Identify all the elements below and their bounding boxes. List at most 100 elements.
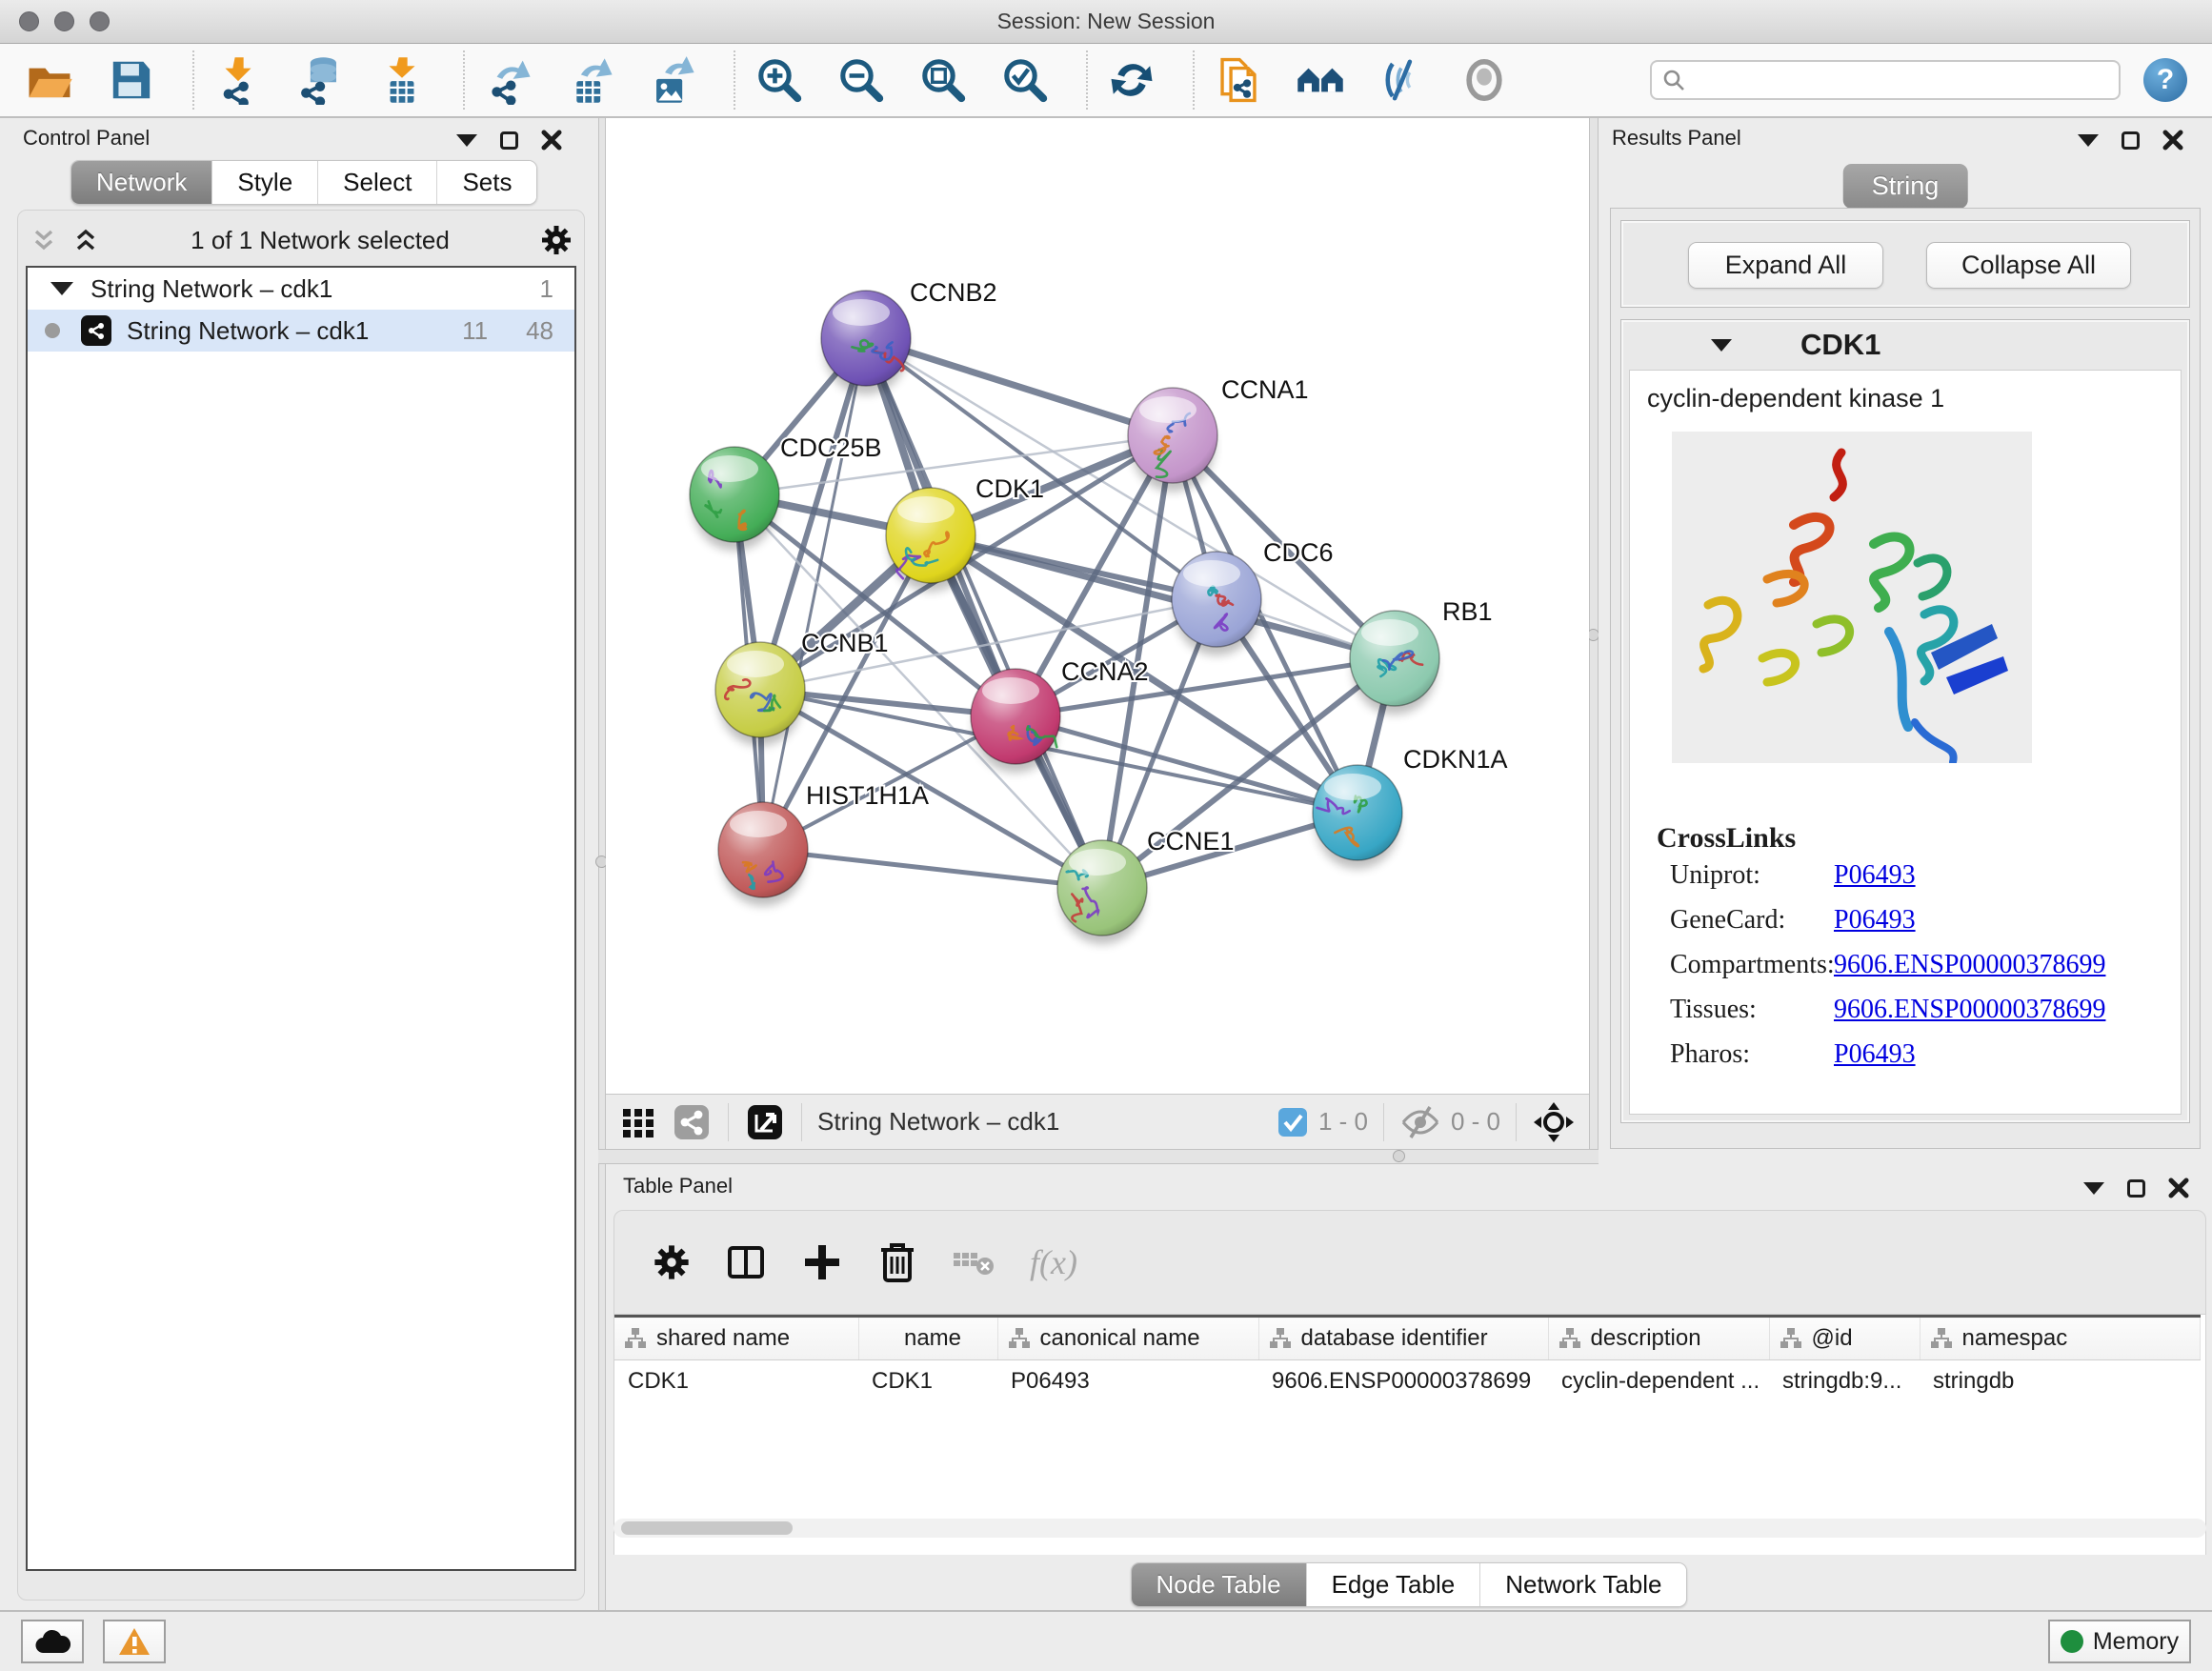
entry-collapse-icon[interactable] [1711,339,1732,352]
close-panel-icon[interactable] [2162,130,2183,151]
show-columns-icon[interactable] [725,1241,767,1283]
cell-database-identifier[interactable]: 9606.ENSP00000378699 [1258,1360,1548,1402]
refresh-layout-icon[interactable] [1107,55,1156,105]
node-label-HIST1H1A: HIST1H1A [806,781,929,810]
memory-button[interactable]: Memory [2048,1620,2191,1663]
node-CDK1: CDK1 [886,474,1044,592]
float-panel-icon[interactable] [2122,131,2140,150]
crosslink-genecard-link[interactable]: P06493 [1834,905,1916,935]
table-settings-gear-icon[interactable] [653,1243,691,1281]
collapse-all-button[interactable]: Collapse All [1926,242,2131,289]
control-panel: Control Panel Network Style Select Sets … [8,118,598,1610]
panel-menu-icon[interactable] [456,134,477,147]
node-CCNB2: CCNB2 [821,278,997,394]
import-database-icon[interactable] [295,55,345,105]
help-icon[interactable]: ? [2143,58,2187,102]
cloud-button[interactable] [21,1620,84,1663]
right-splitter[interactable] [1589,118,1599,1164]
tab-string[interactable]: String [1843,164,1968,209]
collapse-all-icon[interactable] [30,226,58,254]
grid-view-icon[interactable] [619,1103,657,1141]
scrollbar-thumb[interactable] [621,1521,793,1535]
tab-style[interactable]: Style [212,161,318,204]
birds-eye-view-icon[interactable] [1459,55,1509,105]
expand-all-icon[interactable] [71,226,100,254]
zoom-out-icon[interactable] [836,55,886,105]
export-network-icon[interactable] [484,55,533,105]
edge-CCNB2-HIST1H1A [763,338,866,850]
float-panel-icon[interactable] [2127,1179,2145,1198]
search-box [1650,60,2121,100]
panel-menu-icon[interactable] [2083,1182,2104,1195]
zoom-fit-icon[interactable] [918,55,968,105]
bottom-splitter-knob[interactable] [1393,1150,1405,1162]
delete-column-icon[interactable] [877,1240,917,1284]
close-panel-icon[interactable] [2168,1178,2189,1198]
open-session-icon[interactable] [25,55,74,105]
collection-label: String Network – cdk1 [90,274,540,304]
cell-at-id[interactable]: stringdb:9... [1769,1360,1920,1402]
import-network-icon[interactable] [213,55,263,105]
network-tree: String Network – cdk1 1 String Network –… [26,266,576,1571]
zoom-selected-icon[interactable] [1000,55,1050,105]
col-canonical-name[interactable]: canonical name [997,1317,1258,1360]
cell-shared-name[interactable]: CDK1 [614,1360,858,1402]
export-table-icon[interactable] [566,55,615,105]
crosslink-uniprot-link[interactable]: P06493 [1834,860,1916,890]
tab-network[interactable]: Network [71,161,212,204]
tab-sets[interactable]: Sets [437,161,536,204]
network-row[interactable]: String Network – cdk1 11 48 [28,310,574,352]
float-panel-icon[interactable] [500,131,518,150]
gear-icon[interactable] [540,224,573,256]
selected-checkbox-icon[interactable] [1277,1106,1309,1138]
cell-name[interactable]: CDK1 [858,1360,997,1402]
detach-view-icon[interactable] [744,1101,786,1143]
fit-content-icon[interactable] [1532,1100,1576,1144]
export-image-icon[interactable] [648,55,697,105]
col-at-id[interactable]: @id [1769,1317,1920,1360]
col-database-identifier[interactable]: database identifier [1258,1317,1548,1360]
collection-count: 1 [540,274,553,304]
panel-menu-icon[interactable] [2078,134,2099,147]
search-input[interactable] [1694,67,2109,93]
tab-node-table[interactable]: Node Table [1132,1563,1307,1606]
search-icon [1661,68,1686,92]
warnings-button[interactable] [103,1620,166,1663]
cell-description[interactable]: cyclin-dependent ... [1548,1360,1769,1402]
zoom-in-icon[interactable] [754,55,804,105]
collection-expand-icon[interactable] [50,282,73,295]
tab-select[interactable]: Select [318,161,437,204]
cell-namespace[interactable]: stringdb [1920,1360,2200,1402]
network-canvas[interactable]: CCNB2CCNA1CDC25BCDK1CDC6RB1CCNB1CCNA2CDK… [606,118,1589,1094]
expand-all-button[interactable]: Expand All [1688,242,1883,289]
cell-canonical-name[interactable]: P06493 [997,1360,1258,1402]
import-table-icon[interactable] [377,55,427,105]
node-label-CCNB1: CCNB1 [801,629,889,657]
table-horizontal-scrollbar[interactable] [613,1519,2206,1538]
separator [801,1103,802,1141]
save-session-icon[interactable] [107,55,156,105]
crosslink-compartments-link[interactable]: 9606.ENSP00000378699 [1834,950,2105,979]
crosslink-tissues-link[interactable]: 9606.ENSP00000378699 [1834,995,2105,1024]
crosslink-pharos-link[interactable]: P06493 [1834,1039,1916,1069]
network-collection-row[interactable]: String Network – cdk1 1 [28,268,574,310]
node-CDKN1A: CDKN1A [1313,745,1508,869]
toggle-graphics-details-icon[interactable] [1377,55,1427,105]
table-row[interactable]: CDK1 CDK1 P06493 9606.ENSP00000378699 cy… [614,1360,2200,1402]
hierarchy-icon [1269,1327,1292,1350]
show-all-networks-icon[interactable] [1296,55,1345,105]
add-column-icon[interactable] [801,1241,843,1283]
tab-network-table[interactable]: Network Table [1480,1563,1686,1606]
node-label-CDC6: CDC6 [1263,538,1334,567]
network-view-mode-icon[interactable] [671,1101,713,1143]
col-namespace[interactable]: namespac [1920,1317,2200,1360]
clone-network-icon[interactable] [1214,55,1263,105]
tab-edge-table[interactable]: Edge Table [1307,1563,1481,1606]
close-panel-icon[interactable] [541,130,562,151]
protein-structure-image [1672,432,2032,763]
col-name[interactable]: name [858,1317,997,1360]
network-view-title: String Network – cdk1 [817,1107,1059,1137]
col-description[interactable]: description [1548,1317,1769,1360]
node-label-CDC25B: CDC25B [780,433,882,462]
col-shared-name[interactable]: shared name [614,1317,858,1360]
